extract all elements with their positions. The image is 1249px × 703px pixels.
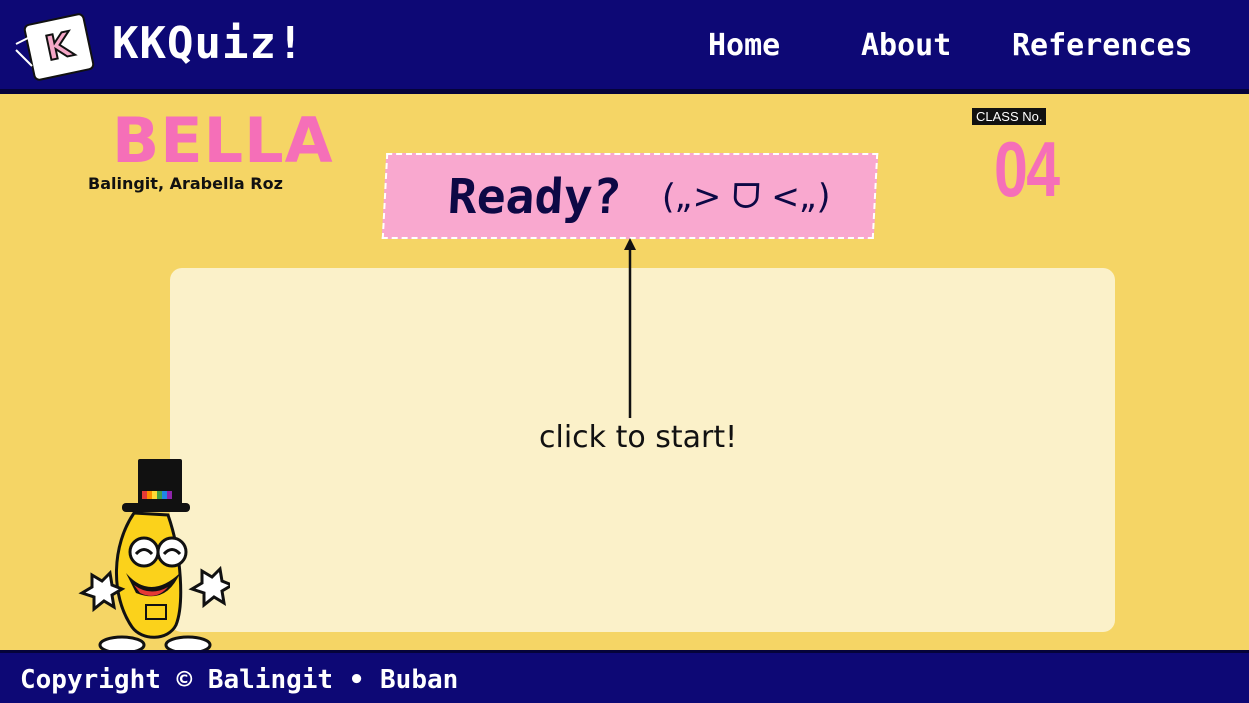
nav-references-link[interactable]: References (1012, 28, 1193, 63)
dancing-banana-icon (78, 459, 230, 653)
arrow-up-icon (624, 238, 636, 418)
footer-bar: Copyright © Balingit • Buban (0, 650, 1249, 703)
logo-motion-lines-icon (15, 37, 33, 67)
ready-label: Ready? (446, 169, 623, 225)
student-nickname: BELLA (112, 104, 334, 177)
top-nav-bar: K KKQuiz! Home About References (0, 0, 1249, 94)
nav-home-link[interactable]: Home (708, 28, 780, 63)
class-number-label: CLASS No. (972, 108, 1047, 125)
app-title[interactable]: KKQuiz! (112, 18, 304, 69)
student-full-name: Balingit, Arabella Roz (88, 174, 283, 193)
ready-start-button[interactable]: Ready? („> ᗜ <„) (381, 153, 879, 239)
class-number: 04 (994, 125, 1060, 213)
copyright-text: Copyright © Balingit • Buban (20, 665, 459, 695)
ready-kaomoji: („> ᗜ <„) (660, 177, 832, 217)
nav-about-link[interactable]: About (861, 28, 951, 63)
click-to-start-text[interactable]: click to start! (539, 420, 737, 455)
